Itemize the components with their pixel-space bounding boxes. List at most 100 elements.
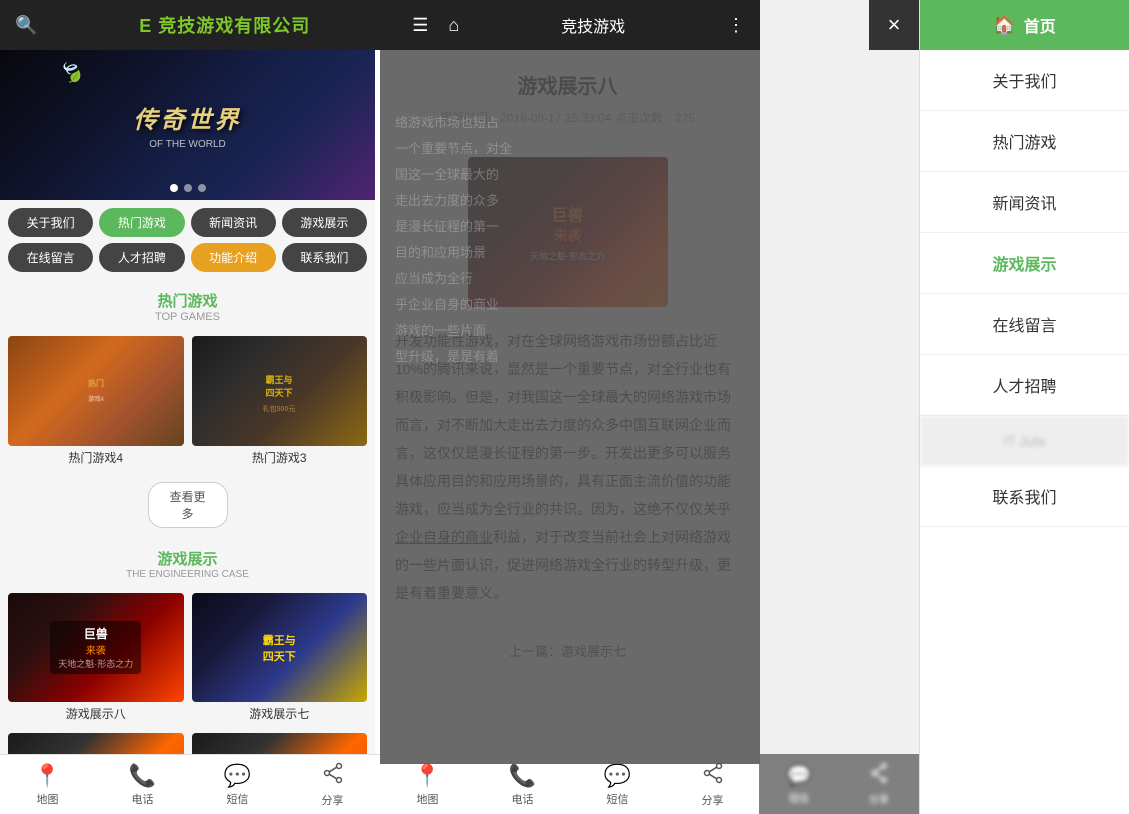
- right-nav-header-text[interactable]: 首页: [1024, 13, 1056, 37]
- toolbar-share-2[interactable]: 分享: [665, 762, 760, 808]
- nav-buttons: 关于我们 热门游戏 新闻资讯 游戏展示 在线留言 人才招聘 功能介绍 联系我们: [0, 200, 375, 280]
- right-nav-item-news[interactable]: 新闻资讯: [920, 172, 1129, 233]
- svg-text:热门: 热门: [88, 378, 104, 388]
- toolbar-right-item-1: 💬 短信: [759, 763, 839, 805]
- view-more-button[interactable]: 查看更多: [148, 482, 228, 528]
- toolbar-sms-label-2: 短信: [607, 791, 629, 807]
- header: 🔍 E 竞技游戏有限公司 ☰ ⌂ 竞技游戏 ⋮: [0, 0, 760, 50]
- banner-subtitle: OF THE WORLD: [149, 139, 225, 150]
- right-nav-menu: 🏠 首页 关于我们 热门游戏 新闻资讯 游戏展示 在线留言 人才招聘 IT Ju…: [919, 0, 1129, 814]
- game-thumb-3[interactable]: 霸王与 四天下 礼包500元: [192, 336, 368, 446]
- game-item-3: 霸王与 四天下 礼包500元 热门游戏3: [192, 336, 368, 469]
- toolbar-right-item-2: 分享: [839, 763, 919, 806]
- showcase-7-overlay: 霸王与 四天下: [192, 593, 368, 703]
- header-left-icons: 🔍: [15, 15, 37, 36]
- right-nav-item-recruit[interactable]: 人才招聘: [920, 355, 1129, 416]
- showcase-section-title: 游戏展示 THE ENGINEERING CASE: [0, 538, 375, 585]
- nav-btn-recruit[interactable]: 人才招聘: [99, 243, 184, 272]
- map-icon-1: 📍: [34, 763, 61, 789]
- toolbar-map-label-1: 地图: [37, 791, 59, 807]
- right-nav-item-blurred: IT Jute: [920, 416, 1129, 466]
- game-item-4: 热门 游戏4 热门游戏4: [8, 336, 184, 469]
- showcase-thumb-7[interactable]: 霸王与 四天下: [192, 593, 368, 703]
- banner-title: 传奇世界: [134, 100, 242, 135]
- toolbar-sms-1[interactable]: 💬 短信: [190, 763, 285, 807]
- showcase-8-overlay: 巨兽 来袭 天地之魁·形态之力: [8, 593, 184, 703]
- blur-inner-text: 络游戏市场也短占 一个重要节点，对全 国这一全球最大的 走出去力度的众多 是漫长…: [380, 50, 760, 385]
- right-nav-item-about[interactable]: 关于我们: [920, 50, 1129, 111]
- showcase-item-8: 巨兽 来袭 天地之魁·形态之力 游戏展示八: [8, 593, 184, 726]
- toolbar-right-label-1: 短信: [789, 790, 809, 805]
- toolbar-map-1[interactable]: 📍 地图: [0, 763, 95, 807]
- toolbar-share-label-1: 分享: [322, 792, 344, 808]
- nav-btn-showcase[interactable]: 游戏展示: [282, 208, 367, 237]
- banner-dots: [170, 184, 206, 192]
- banner-dot-2[interactable]: [184, 184, 192, 192]
- sms-icon-1: 💬: [224, 763, 251, 789]
- showcase-title-en: THE ENGINEERING CASE: [0, 569, 375, 580]
- game-label-3: 热门游戏3: [192, 446, 368, 469]
- toolbar-share-1[interactable]: 分享: [285, 762, 380, 808]
- game-thumb-4[interactable]: 热门 游戏4: [8, 336, 184, 446]
- game-label-4: 热门游戏4: [8, 446, 184, 469]
- close-button-area[interactable]: ×: [869, 0, 919, 50]
- bottom-toolbar-right-overlay: 💬 短信 分享: [759, 754, 919, 814]
- toolbar-right-icon-2: [869, 763, 889, 789]
- share-icon-2: [702, 762, 724, 790]
- home-icon[interactable]: ⌂: [448, 15, 459, 36]
- phone-icon-1: 📞: [129, 763, 156, 789]
- toolbar-sms-2[interactable]: 💬 短信: [570, 763, 665, 807]
- svg-text:四天下: 四天下: [266, 388, 293, 398]
- nav-btn-about[interactable]: 关于我们: [8, 208, 93, 237]
- showcase-label-8: 游戏展示八: [8, 702, 184, 725]
- right-nav-item-message[interactable]: 在线留言: [920, 294, 1129, 355]
- hot-games-section-title: 热门游戏 TOP GAMES: [0, 280, 375, 328]
- banner-content: 传奇世界 OF THE WORLD: [134, 100, 242, 150]
- right-nav-home-icon: 🏠: [993, 15, 1015, 36]
- toolbar-share-label-2: 分享: [702, 792, 724, 808]
- toolbar-map-2[interactable]: 📍 地图: [380, 763, 475, 807]
- games-grid: 热门 游戏4 热门游戏4 霸王与 四天下 礼包500元: [0, 328, 375, 477]
- header-title: 竞技游戏: [561, 13, 625, 37]
- right-nav-item-showcase[interactable]: 游戏展示: [920, 233, 1129, 294]
- right-nav-items: 关于我们 热门游戏 新闻资讯 游戏展示 在线留言 人才招聘 IT Jute 联系…: [920, 50, 1129, 527]
- svg-text:礼包500元: 礼包500元: [263, 404, 296, 413]
- showcase-title-cn: 游戏展示: [0, 548, 375, 569]
- right-nav-header: 🏠 首页: [920, 0, 1129, 50]
- header-center-icons: ☰ ⌂: [412, 15, 459, 36]
- share-icon-1: [322, 762, 344, 790]
- nav-btn-hot-games[interactable]: 热门游戏: [99, 208, 184, 237]
- hot-games-title-en: TOP GAMES: [0, 311, 375, 323]
- search-icon[interactable]: 🔍: [15, 15, 37, 36]
- showcase-thumb-8[interactable]: 巨兽 来袭 天地之魁·形态之力: [8, 593, 184, 703]
- hot-games-title-cn: 热门游戏: [0, 290, 375, 311]
- game-thumb-4-image: 热门 游戏4: [8, 336, 184, 446]
- header-logo: E 竞技游戏有限公司: [139, 12, 310, 38]
- toolbar-map-label-2: 地图: [417, 791, 439, 807]
- nav-btn-features[interactable]: 功能介绍: [191, 243, 276, 272]
- svg-text:霸王与: 霸王与: [266, 374, 293, 385]
- toolbar-right-label-2: 分享: [869, 791, 889, 806]
- toolbar-phone-1[interactable]: 📞 电话: [95, 763, 190, 807]
- close-icon: ×: [888, 12, 901, 38]
- banner: 🍃 传奇世界 OF THE WORLD: [0, 50, 375, 200]
- showcase-label-7: 游戏展示七: [192, 702, 368, 725]
- menu-lines-icon[interactable]: ☰: [412, 15, 428, 36]
- banner-dot-1[interactable]: [170, 184, 178, 192]
- banner-dot-3[interactable]: [198, 184, 206, 192]
- toolbar-sms-label-1: 短信: [227, 791, 249, 807]
- menu-dots-icon[interactable]: ⋮: [727, 15, 745, 36]
- game-thumb-3-image: 霸王与 四天下 礼包500元: [192, 336, 368, 446]
- nav-btn-message[interactable]: 在线留言: [8, 243, 93, 272]
- nav-btn-contact[interactable]: 联系我们: [282, 243, 367, 272]
- toolbar-phone-2[interactable]: 📞 电话: [475, 763, 570, 807]
- left-sidebar: 🍃 传奇世界 OF THE WORLD 关于我们 热门游戏 新闻资讯: [0, 50, 375, 814]
- right-nav-item-hot-games[interactable]: 热门游戏: [920, 111, 1129, 172]
- phone-icon-2: 📞: [509, 763, 536, 789]
- content-blur-overlay: 络游戏市场也短占 一个重要节点，对全 国这一全球最大的 走出去力度的众多 是漫长…: [380, 50, 760, 764]
- map-icon-2: 📍: [414, 763, 441, 789]
- nav-btn-news[interactable]: 新闻资讯: [191, 208, 276, 237]
- right-nav-item-contact[interactable]: 联系我们: [920, 466, 1129, 527]
- svg-text:游戏4: 游戏4: [88, 395, 104, 403]
- header-right-icons: ⋮: [727, 15, 745, 36]
